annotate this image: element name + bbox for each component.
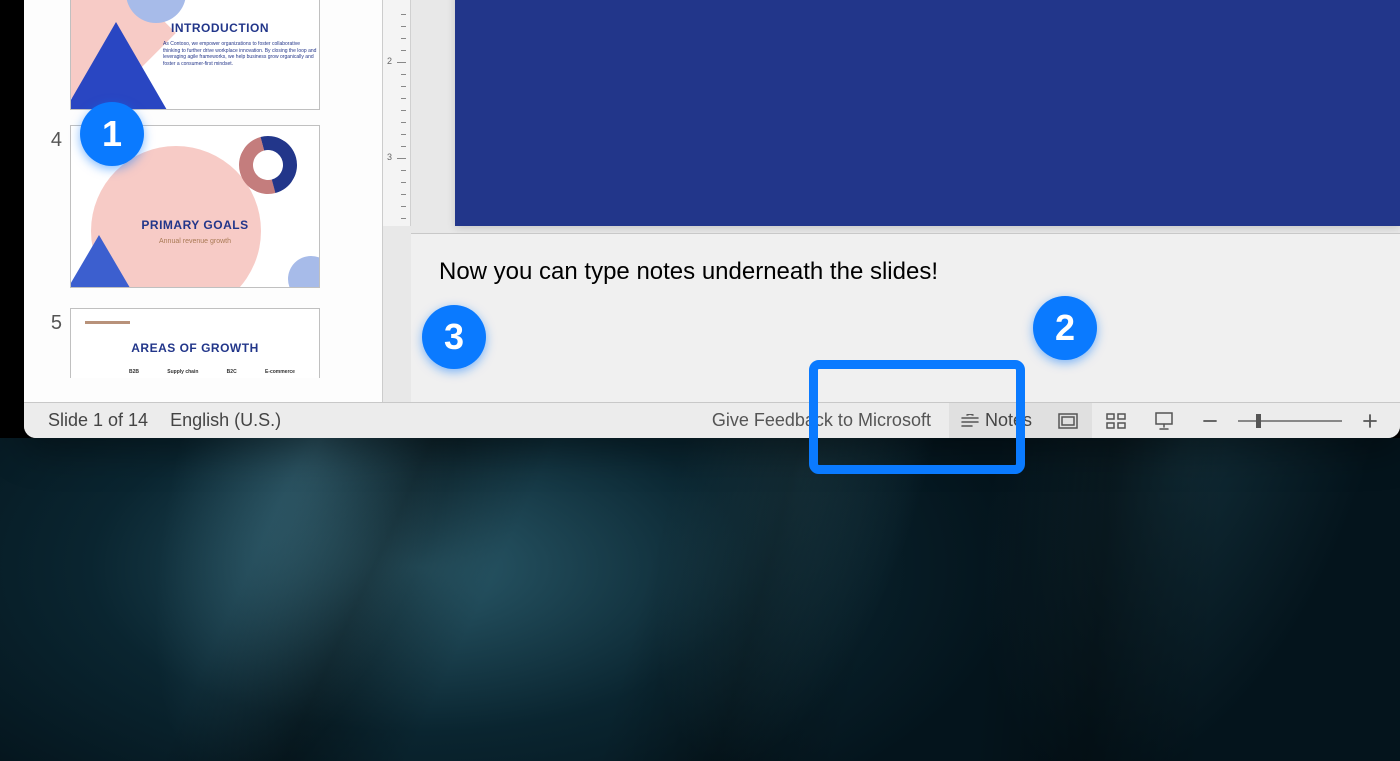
slide-thumbnail-panel[interactable]: INTRODUCTION As Contoso, we empower orga… <box>24 0 383 402</box>
normal-view-button[interactable] <box>1044 403 1092 439</box>
slide-canvas-area[interactable] <box>411 0 1400 226</box>
slide-sorter-icon <box>1106 413 1126 429</box>
slideshow-button[interactable] <box>1140 403 1188 439</box>
thumbnail-row-3[interactable]: INTRODUCTION As Contoso, we empower orga… <box>24 0 382 117</box>
thumb4-title: PRIMARY GOALS <box>71 218 319 232</box>
vertical-ruler: 2 3 <box>383 0 411 226</box>
annotation-badge-2: 2 <box>1033 296 1097 360</box>
thumb5-title: AREAS OF GROWTH <box>71 341 319 355</box>
thumbnail-row-5[interactable]: 5 AREAS OF GROWTH B2B Supply chain B2C E… <box>24 300 382 400</box>
minus-icon <box>1202 413 1218 429</box>
slide-thumbnail-3[interactable]: INTRODUCTION As Contoso, we empower orga… <box>70 0 320 110</box>
slide-thumbnail-5[interactable]: AREAS OF GROWTH B2B Supply chain B2C E-c… <box>70 308 320 378</box>
plus-icon <box>1362 413 1378 429</box>
notes-text[interactable]: Now you can type notes underneath the sl… <box>439 258 938 285</box>
status-bar: Slide 1 of 14 English (U.S.) Give Feedba… <box>24 402 1400 438</box>
desktop-wallpaper <box>0 438 1400 761</box>
zoom-in-button[interactable] <box>1348 403 1392 439</box>
annotation-badge-3: 3 <box>422 305 486 369</box>
slideshow-icon <box>1154 412 1174 430</box>
current-slide[interactable] <box>455 0 1400 226</box>
thumb5-column-headers: B2B Supply chain B2C E-commerce <box>129 369 295 375</box>
thumbnail-number: 4 <box>24 117 70 300</box>
normal-view-icon <box>1058 413 1078 429</box>
slide-sorter-view-button[interactable] <box>1092 403 1140 439</box>
thumbnail-number <box>24 0 70 117</box>
slide-counter[interactable]: Slide 1 of 14 <box>48 410 148 431</box>
powerpoint-window: INTRODUCTION As Contoso, we empower orga… <box>24 0 1400 438</box>
thumb4-subtitle: Annual revenue growth <box>71 238 319 245</box>
zoom-out-button[interactable] <box>1188 403 1232 439</box>
thumb3-body: As Contoso, we empower organizations to … <box>163 41 318 67</box>
zoom-slider[interactable] <box>1238 420 1342 422</box>
annotation-highlight-notes-button <box>809 360 1025 474</box>
thumbnail-row-4[interactable]: 4 PRIMARY GOALS Annual revenue growth <box>24 117 382 300</box>
annotation-badge-1: 1 <box>80 102 144 166</box>
thumbnail-number: 5 <box>24 300 70 400</box>
thumb3-title: INTRODUCTION <box>171 21 269 35</box>
zoom-slider-thumb[interactable] <box>1256 414 1261 428</box>
language-indicator[interactable]: English (U.S.) <box>170 410 281 431</box>
